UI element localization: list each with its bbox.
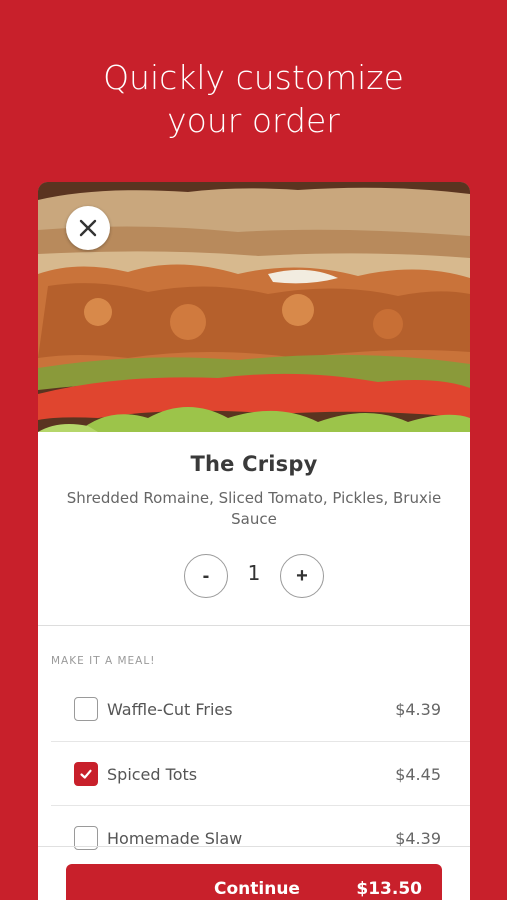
check-icon (80, 769, 92, 779)
promo-headline: Quickly customize your order (0, 56, 507, 142)
quantity-value: 1 (247, 561, 261, 585)
meal-option-homemade-slaw[interactable]: Homemade Slaw $4.39 (51, 806, 470, 870)
decrease-quantity-button[interactable]: - (184, 554, 228, 598)
headline-line-1: Quickly customize (103, 58, 404, 97)
increase-quantity-button[interactable]: + (280, 554, 324, 598)
spiced-tots-checkbox[interactable] (74, 762, 98, 786)
option-price: $4.39 (395, 699, 441, 719)
product-image (38, 182, 470, 432)
product-description: Shredded Romaine, Sliced Tomato, Pickles… (66, 489, 442, 528)
continue-button[interactable]: Continue $13.50 (66, 864, 442, 900)
option-label: Waffle-Cut Fries (107, 699, 233, 719)
option-label: Spiced Tots (107, 764, 198, 784)
continue-label: Continue (214, 879, 300, 899)
product-info: The Crispy Shredded Romaine, Sliced Toma… (38, 432, 470, 530)
option-label: Homemade Slaw (107, 828, 243, 848)
product-title: The Crispy (190, 452, 318, 476)
product-card: The Crispy Shredded Romaine, Sliced Toma… (38, 182, 470, 900)
divider (38, 625, 470, 626)
close-button[interactable] (66, 206, 110, 250)
headline-line-2: your order (167, 101, 340, 140)
footer-divider (38, 846, 470, 847)
close-icon (79, 219, 97, 237)
meal-option-spiced-tots[interactable]: Spiced Tots $4.45 (51, 742, 470, 806)
waffle-fries-checkbox[interactable] (74, 697, 98, 721)
meal-section-label: MAKE IT A MEAL! (51, 655, 156, 667)
quantity-stepper: - 1 + (38, 554, 470, 598)
meal-option-waffle-fries[interactable]: Waffle-Cut Fries $4.39 (51, 677, 470, 741)
order-total: $13.50 (356, 879, 422, 899)
option-price: $4.39 (395, 828, 441, 848)
option-price: $4.45 (395, 764, 441, 784)
